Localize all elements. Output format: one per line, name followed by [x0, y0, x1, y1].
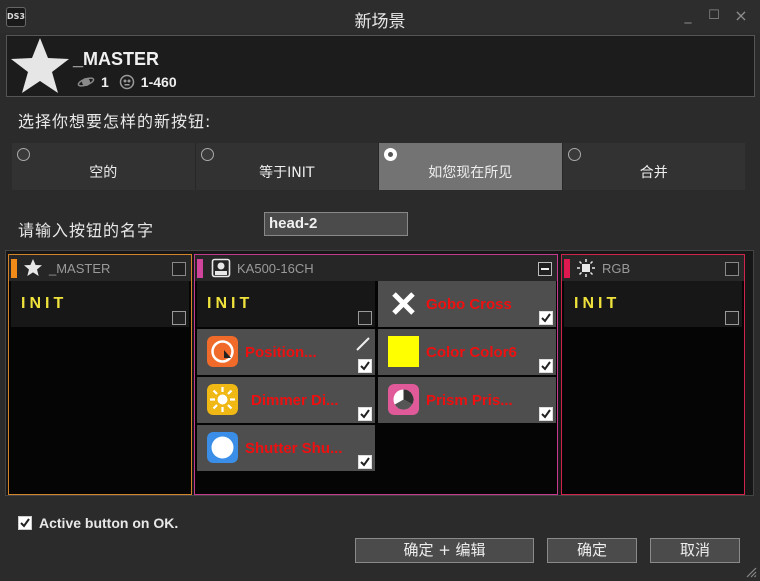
init-label: INIT: [207, 295, 254, 312]
button-type-options: 空的 等于INIT 如您现在所见 合并: [12, 143, 745, 190]
column-color-tag: [11, 259, 17, 278]
init-label: INIT: [574, 295, 621, 312]
init-button[interactable]: INIT: [197, 281, 375, 327]
window-title: 新场景: [354, 12, 406, 32]
master-name: _MASTER: [73, 49, 160, 69]
confirm-button[interactable]: 确定: [547, 538, 637, 563]
star-icon: [11, 38, 69, 93]
init-checkbox[interactable]: [358, 311, 372, 325]
attribute-checkbox[interactable]: [539, 311, 553, 325]
column-rgb: RGB INIT: [561, 254, 745, 495]
column-title: RGB: [602, 261, 631, 276]
shutter-icon: [207, 432, 238, 463]
column-color-tag: [197, 259, 203, 278]
init-button[interactable]: INIT: [564, 281, 742, 327]
prism-icon: [388, 384, 419, 415]
scene-header: _MASTER 1 1-460: [6, 35, 755, 97]
option-label: 合并: [639, 165, 668, 181]
minimize-button[interactable]: _: [680, 8, 696, 24]
option-as-seen[interactable]: 如您现在所见: [379, 143, 563, 190]
attribute-checkbox[interactable]: [358, 455, 372, 469]
attribute-color[interactable]: Color Color6: [378, 329, 556, 375]
attribute-gobo[interactable]: Gobo Cross: [378, 281, 556, 327]
confirm-edit-button[interactable]: 确定 + 编辑: [355, 538, 534, 563]
option-label: 如您现在所见: [428, 165, 513, 181]
attribute-checkbox[interactable]: [358, 359, 372, 373]
init-checkbox[interactable]: [172, 311, 186, 325]
column-master: _MASTER INIT: [8, 254, 192, 495]
attribute-checkbox[interactable]: [358, 407, 372, 421]
master-meta: 1 1-460: [77, 74, 177, 90]
attribute-dimmer[interactable]: Dimmer Di...: [197, 377, 375, 423]
button-name-input[interactable]: head-2: [264, 212, 408, 236]
color-swatch-icon: [388, 336, 419, 367]
option-empty[interactable]: 空的: [12, 143, 196, 190]
column-title: KA500-16CH: [237, 261, 314, 276]
attribute-position[interactable]: Position...: [197, 329, 375, 375]
column-select-checkbox[interactable]: [725, 262, 739, 276]
attribute-label: Gobo Cross: [426, 296, 512, 313]
column-select-checkbox[interactable]: [172, 262, 186, 276]
fixtures-range: 1-460: [140, 74, 177, 90]
column-header: KA500-16CH: [195, 255, 557, 281]
maximize-button[interactable]: ☐: [706, 8, 722, 24]
column-title: _MASTER: [49, 261, 111, 276]
star-icon: [24, 259, 42, 276]
cancel-button[interactable]: 取消: [650, 538, 740, 563]
button-name-label: 请输入按钮的名字: [18, 221, 155, 240]
position-icon: [207, 336, 238, 367]
option-label: 等于INIT: [259, 165, 315, 181]
column-ka500: KA500-16CH INIT Gobo Cross Position... C…: [194, 254, 558, 495]
close-button[interactable]: ×: [733, 8, 749, 24]
attribute-shutter[interactable]: Shutter Shu...: [197, 425, 375, 471]
active-on-ok-row[interactable]: Active button on OK.: [18, 515, 178, 531]
pencil-icon: [356, 337, 370, 351]
option-label: 空的: [89, 165, 118, 181]
dimmer-sun-icon: [207, 384, 238, 415]
rgb-light-icon: [577, 259, 595, 277]
attribute-label: Shutter Shu...: [245, 440, 343, 457]
radio-equal-init[interactable]: [200, 148, 214, 161]
attribute-prism[interactable]: Prism Pris...: [378, 377, 556, 423]
attribute-label: Dimmer Di...: [251, 392, 339, 409]
radio-merge[interactable]: [567, 148, 581, 161]
init-button[interactable]: INIT: [11, 281, 189, 327]
column-header: _MASTER: [9, 255, 191, 281]
active-on-ok-checkbox[interactable]: [18, 516, 32, 530]
worlds-count: 1: [101, 74, 109, 90]
attribute-label: Position...: [245, 344, 317, 361]
init-label: INIT: [21, 295, 68, 312]
column-header: RGB: [562, 255, 744, 281]
universe-icon: [77, 77, 95, 87]
resize-grip-icon[interactable]: [745, 566, 757, 578]
choose-button-prompt: 选择你想要怎样的新按钮:: [18, 112, 212, 131]
option-equal-init[interactable]: 等于INIT: [195, 143, 379, 190]
active-on-ok-label: Active button on OK.: [39, 515, 179, 531]
title-bar: DS3 新场景 _ ☐ ×: [0, 0, 760, 33]
fixture-icon: [211, 258, 231, 278]
attribute-label: Prism Pris...: [426, 392, 513, 409]
radio-empty[interactable]: [17, 148, 30, 161]
column-collapse-button[interactable]: [538, 262, 552, 276]
radio-as-seen[interactable]: [384, 148, 397, 161]
fixture-count-icon: [119, 74, 135, 90]
attribute-checkbox[interactable]: [539, 359, 553, 373]
column-color-tag: [564, 259, 570, 278]
attribute-checkbox[interactable]: [539, 407, 553, 421]
option-merge[interactable]: 合并: [562, 143, 745, 190]
attribute-label: Color Color6: [426, 344, 517, 361]
init-checkbox[interactable]: [725, 311, 739, 325]
gobo-cross-icon: [392, 292, 415, 315]
